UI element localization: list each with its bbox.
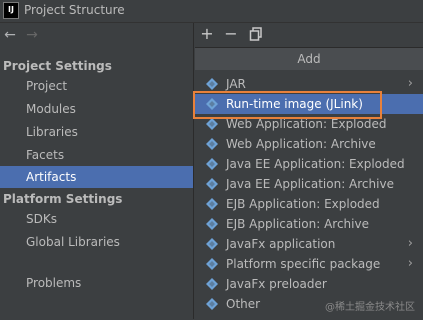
menu-item-label: EJB Application: Archive xyxy=(226,217,369,231)
sidebar-item-label: Project xyxy=(26,79,68,93)
artifact-icon xyxy=(205,297,219,311)
menu-item-label: JavaFx application xyxy=(226,237,336,251)
menu-item[interactable]: JavaFx preloader xyxy=(195,274,423,294)
settings-sidebar: ← → Project Settings Project Modules Lib… xyxy=(0,23,193,319)
sidebar-item-global-libraries[interactable]: Global Libraries xyxy=(0,231,193,253)
sidebar-item-problems[interactable]: Problems xyxy=(0,272,193,294)
popup-header: Add xyxy=(195,48,423,70)
menu-item[interactable]: Java EE Application: Archive xyxy=(195,174,423,194)
menu-item-label: Java EE Application: Exploded xyxy=(226,157,405,171)
menu-item-label: Web Application: Archive xyxy=(226,137,376,151)
copy-icon[interactable] xyxy=(247,25,265,43)
artifacts-toolbar: + − xyxy=(194,23,423,46)
remove-button[interactable]: − xyxy=(222,25,240,43)
sidebar-item-label: Artifacts xyxy=(26,170,77,184)
sidebar-item-label: Problems xyxy=(26,276,82,290)
artifact-icon xyxy=(205,77,219,91)
artifact-icon xyxy=(205,237,219,251)
artifact-icon xyxy=(205,257,219,271)
sidebar-item-label: Facets xyxy=(26,148,65,162)
chevron-right-icon: › xyxy=(407,76,413,91)
menu-item[interactable]: EJB Application: Archive xyxy=(195,214,423,234)
menu-item[interactable]: Java EE Application: Exploded xyxy=(195,154,423,174)
artifact-icon xyxy=(205,277,219,291)
menu-item[interactable]: EJB Application: Exploded xyxy=(195,194,423,214)
sidebar-item-libraries[interactable]: Libraries xyxy=(0,121,193,143)
window-title: Project Structure xyxy=(24,3,125,17)
sidebar-item-label: Libraries xyxy=(26,125,78,139)
highlight-annotation xyxy=(193,91,382,119)
nav-toolbar: ← → xyxy=(0,23,193,49)
menu-item-label: EJB Application: Exploded xyxy=(226,197,380,211)
chevron-right-icon: › xyxy=(407,256,413,271)
artifact-icon xyxy=(205,177,219,191)
sidebar-item-label: SDKs xyxy=(26,212,57,226)
menu-item[interactable]: Platform specific package › xyxy=(195,254,423,274)
title-bar: IJ Project Structure xyxy=(0,0,423,23)
intellij-logo: IJ xyxy=(3,2,19,19)
add-button[interactable]: + xyxy=(198,25,216,43)
arrow-left-icon[interactable]: ← xyxy=(2,27,18,43)
watermark: @稀土掘金技术社区 xyxy=(325,302,415,313)
sidebar-item-modules[interactable]: Modules xyxy=(0,98,193,120)
sidebar-item-sdks[interactable]: SDKs xyxy=(0,208,193,230)
chevron-right-icon: › xyxy=(407,236,413,251)
menu-item-label: JavaFx preloader xyxy=(226,277,327,291)
arrow-right-icon[interactable]: → xyxy=(24,27,40,43)
artifact-icon xyxy=(205,197,219,211)
menu-item-label: Java EE Application: Archive xyxy=(226,177,394,191)
menu-item-label: Platform specific package xyxy=(226,257,381,271)
sidebar-item-label: Global Libraries xyxy=(26,235,120,249)
artifact-icon xyxy=(205,217,219,231)
sidebar-item-project[interactable]: Project xyxy=(0,75,193,97)
section-platform-settings: Platform Settings xyxy=(3,192,123,206)
add-artifact-popup: Add JAR › Run-time image (JLink) Web Applic… xyxy=(195,47,423,320)
section-project-settings: Project Settings xyxy=(3,59,112,73)
artifact-icon xyxy=(205,157,219,171)
sidebar-item-artifacts[interactable]: Artifacts xyxy=(0,166,193,188)
sidebar-item-facets[interactable]: Facets xyxy=(0,144,193,166)
menu-item-label: Other xyxy=(226,297,261,311)
menu-item[interactable]: JavaFx application › xyxy=(195,234,423,254)
artifacts-panel: + − Add JAR › Run-time image (JLink) Web Ap… xyxy=(194,23,423,320)
artifact-icon xyxy=(205,117,219,131)
artifact-icon xyxy=(205,137,219,151)
menu-item[interactable]: Web Application: Archive xyxy=(195,134,423,154)
sidebar-item-label: Modules xyxy=(26,102,76,116)
